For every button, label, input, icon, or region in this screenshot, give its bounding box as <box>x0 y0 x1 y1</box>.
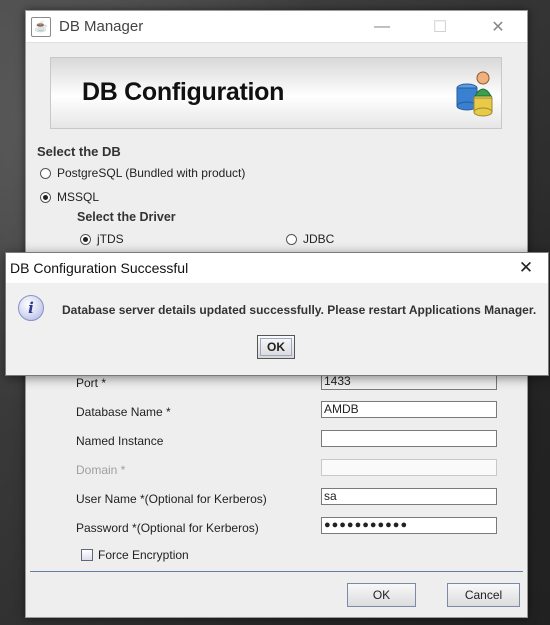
radio-button[interactable] <box>80 233 91 245</box>
config-banner: DB Configuration <box>50 57 502 129</box>
radio-button[interactable] <box>40 167 51 179</box>
password-field[interactable]: ●●●●●●●●●●● <box>321 517 497 534</box>
named-instance-label: Named Instance <box>76 434 164 448</box>
dialog-titlebar[interactable]: DB Configuration Successful ✕ <box>6 253 548 283</box>
radio-jdbc[interactable]: JDBC <box>286 232 334 246</box>
success-dialog: DB Configuration Successful ✕ i Database… <box>5 252 549 376</box>
force-encryption-checkbox[interactable]: Force Encryption <box>81 548 189 562</box>
radio-button[interactable] <box>286 233 297 245</box>
dialog-message: Database server details updated successf… <box>62 303 537 317</box>
port-label: Port * <box>76 376 107 390</box>
cancel-button[interactable]: Cancel <box>447 583 520 607</box>
radio-label: jTDS <box>97 232 124 246</box>
radio-label: MSSQL <box>57 190 100 204</box>
info-icon: i <box>18 295 44 321</box>
minimize-button[interactable]: — <box>353 11 411 42</box>
domain-label: Domain * <box>76 463 126 477</box>
checkbox-box[interactable] <box>81 549 93 561</box>
radio-label: JDBC <box>303 232 335 246</box>
select-driver-heading: Select the Driver <box>77 210 176 224</box>
radio-button[interactable] <box>40 191 51 203</box>
password-label: Password *(Optional for Kerberos) <box>76 521 259 535</box>
domain-field <box>321 459 497 476</box>
database-user-icon <box>456 71 493 117</box>
window-titlebar[interactable]: ☕ DB Manager — ☐ ✕ <box>26 11 527 43</box>
window-title: DB Manager <box>59 18 144 35</box>
checkbox-label: Force Encryption <box>98 548 189 562</box>
database-name-label: Database Name * <box>76 405 171 419</box>
select-db-heading: Select the DB <box>37 144 121 159</box>
dialog-title: DB Configuration Successful <box>10 260 189 276</box>
java-cup-icon: ☕ <box>31 16 51 37</box>
radio-jtds[interactable]: jTDS <box>80 232 124 246</box>
dialog-close-button[interactable]: ✕ <box>504 253 548 283</box>
close-button[interactable]: ✕ <box>469 11 527 42</box>
ok-button[interactable]: OK <box>347 583 416 607</box>
dialog-ok-button[interactable]: OK <box>257 335 295 359</box>
radio-label: PostgreSQL (Bundled with product) <box>57 166 246 180</box>
radio-mssql[interactable]: MSSQL <box>40 190 99 204</box>
named-instance-field[interactable] <box>321 430 497 447</box>
maximize-button: ☐ <box>432 18 448 36</box>
window-controls: — ☐ ✕ <box>353 11 527 42</box>
database-name-field[interactable]: AMDB <box>321 401 497 418</box>
radio-postgresql[interactable]: PostgreSQL (Bundled with product) <box>40 166 245 180</box>
user-name-field[interactable]: sa <box>321 488 497 505</box>
user-name-label: User Name *(Optional for Kerberos) <box>76 492 267 506</box>
banner-title: DB Configuration <box>82 78 285 106</box>
footer-separator <box>30 571 523 572</box>
